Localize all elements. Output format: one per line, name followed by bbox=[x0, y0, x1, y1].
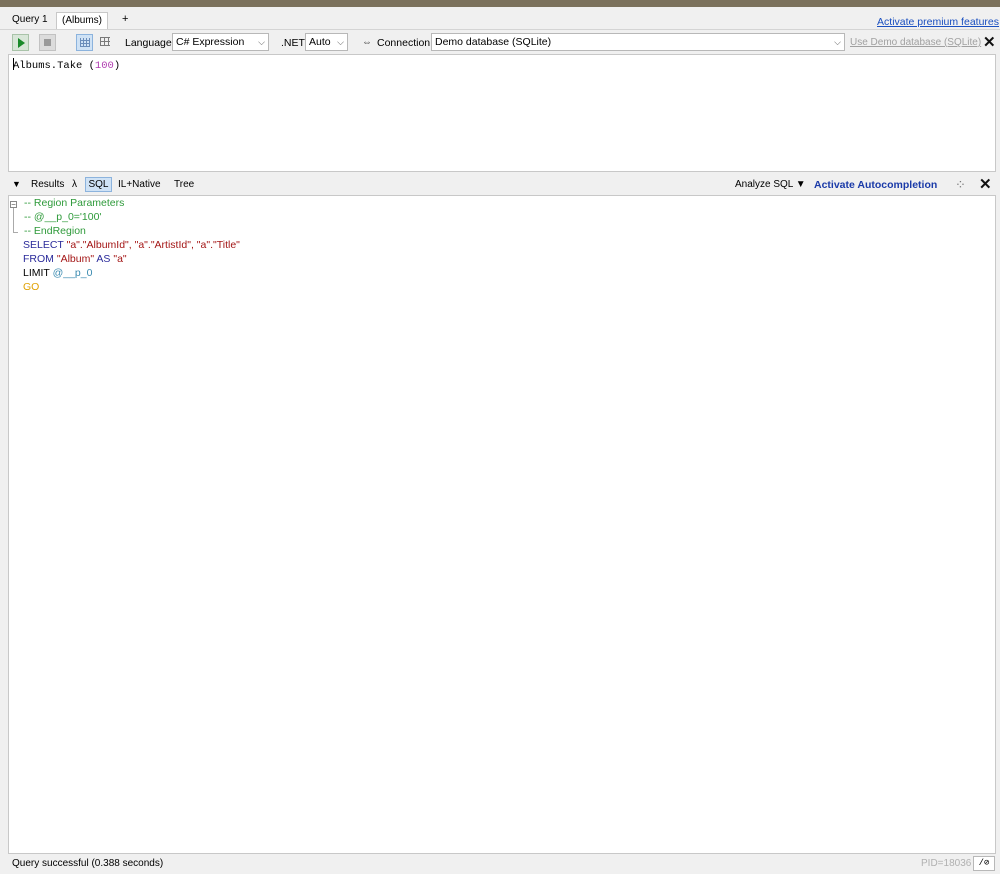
code-suffix: ) bbox=[113, 60, 121, 72]
results-to-grid-button[interactable] bbox=[76, 34, 93, 51]
chevron-down-icon: ⌵ bbox=[337, 37, 344, 47]
status-bar: Query successful (0.388 seconds) PID=180… bbox=[0, 855, 1000, 874]
sql-output-pane[interactable]: − -- Region Parameters -- @__p_0='100' -… bbox=[8, 195, 996, 854]
connection-select[interactable]: Demo database (SQLite) ⌵ bbox=[431, 33, 845, 51]
query-code: Albums.Take (100) bbox=[13, 58, 120, 72]
sql-limit-keyword: LIMIT bbox=[23, 267, 50, 279]
query-editor[interactable]: Albums.Take (100) bbox=[8, 54, 996, 172]
code-text: Albums.Take ( bbox=[13, 60, 95, 72]
sql-param-comment: -- bbox=[24, 211, 34, 223]
language-value: C# Expression bbox=[176, 36, 245, 48]
region-guide-end bbox=[13, 232, 18, 233]
region-guide-line bbox=[13, 208, 14, 232]
table-icon bbox=[100, 37, 110, 46]
collapse-results-icon[interactable]: ▼ bbox=[12, 179, 21, 189]
chevron-down-icon: ⌵ bbox=[834, 37, 841, 47]
sql-from-table: "Album" bbox=[56, 253, 95, 265]
sql-limit-line: LIMIT @__p_0 bbox=[23, 267, 92, 279]
sql-region-end: -- EndRegion bbox=[24, 225, 86, 237]
dotnet-select[interactable]: Auto ⌵ bbox=[305, 33, 348, 51]
sql-limit-param: @__p_0 bbox=[52, 267, 93, 279]
sql-from-keyword: FROM bbox=[23, 253, 54, 265]
tab-albums[interactable]: (Albums) bbox=[56, 12, 109, 29]
sql-select-keyword: SELECT bbox=[23, 239, 64, 251]
sql-select-line: SELECT "a"."AlbumId", "a"."ArtistId", "a… bbox=[23, 239, 240, 251]
sql-param-line: -- @__p_0='100' bbox=[24, 211, 101, 223]
connection-label: Connection bbox=[377, 37, 431, 49]
status-message: Query successful (0.388 seconds) bbox=[12, 858, 164, 869]
stop-button[interactable] bbox=[39, 34, 56, 51]
sql-from-line: FROM "Album" AS "a" bbox=[23, 253, 127, 265]
run-button[interactable] bbox=[12, 34, 29, 51]
tab-il-native[interactable]: IL+Native bbox=[118, 179, 161, 190]
language-select[interactable]: C# Expression ⌵ bbox=[172, 33, 269, 51]
connection-icon: ⇔ bbox=[362, 37, 372, 48]
query-tab-strip: Query 1 (Albums) + Activate premium feat… bbox=[0, 7, 1000, 29]
window-top-border bbox=[0, 0, 1000, 7]
grid-icon bbox=[80, 38, 90, 47]
sql-region-start: -- Region Parameters bbox=[24, 197, 125, 209]
cancel-process-button[interactable]: /⊘ bbox=[973, 856, 995, 871]
analyze-sql-button[interactable]: Analyze SQL ▼ bbox=[735, 179, 806, 190]
sql-alias: "a" bbox=[113, 253, 127, 265]
tab-tree[interactable]: Tree bbox=[174, 179, 194, 190]
tab-sql[interactable]: SQL bbox=[85, 177, 112, 192]
chevron-down-icon: ⌵ bbox=[258, 37, 265, 47]
activate-autocompletion-link[interactable]: Activate Autocompletion bbox=[814, 179, 937, 191]
activate-premium-link[interactable]: Activate premium features bbox=[877, 16, 999, 28]
new-tab-button[interactable]: + bbox=[117, 12, 133, 29]
tab-lambda[interactable]: λ bbox=[72, 179, 77, 190]
language-label: Language bbox=[125, 37, 172, 49]
dotnet-label: .NET bbox=[281, 37, 305, 49]
query-toolbar: Language C# Expression ⌵ .NET Auto ⌵ ⇔ C… bbox=[0, 29, 1000, 55]
dotnet-value: Auto bbox=[309, 36, 331, 48]
close-results-button[interactable]: ✕ bbox=[979, 175, 992, 193]
results-toolbar: ▼ Results λ SQL IL+Native Tree Analyze S… bbox=[0, 175, 1000, 195]
region-collapse-toggle[interactable]: − bbox=[10, 201, 17, 209]
sql-select-columns: "a"."AlbumId", "a"."ArtistId", "a"."Titl… bbox=[66, 239, 240, 251]
use-demo-database-link[interactable]: Use Demo database (SQLite) bbox=[850, 37, 981, 48]
loading-spinner-icon: ⁘ bbox=[955, 177, 966, 192]
tab-results[interactable]: Results bbox=[31, 179, 64, 190]
tab-query-1[interactable]: Query 1 bbox=[7, 12, 53, 29]
connection-value: Demo database (SQLite) bbox=[435, 36, 552, 48]
sql-go-keyword: GO bbox=[23, 281, 40, 293]
sql-as-keyword: AS bbox=[96, 253, 111, 265]
process-id: PID=18036 bbox=[921, 858, 972, 869]
close-connection-button[interactable]: ✕ bbox=[983, 33, 996, 51]
sql-param-value: @__p_0='100' bbox=[33, 211, 102, 223]
results-to-table-button[interactable] bbox=[97, 34, 114, 51]
code-number: 100 bbox=[94, 60, 114, 72]
